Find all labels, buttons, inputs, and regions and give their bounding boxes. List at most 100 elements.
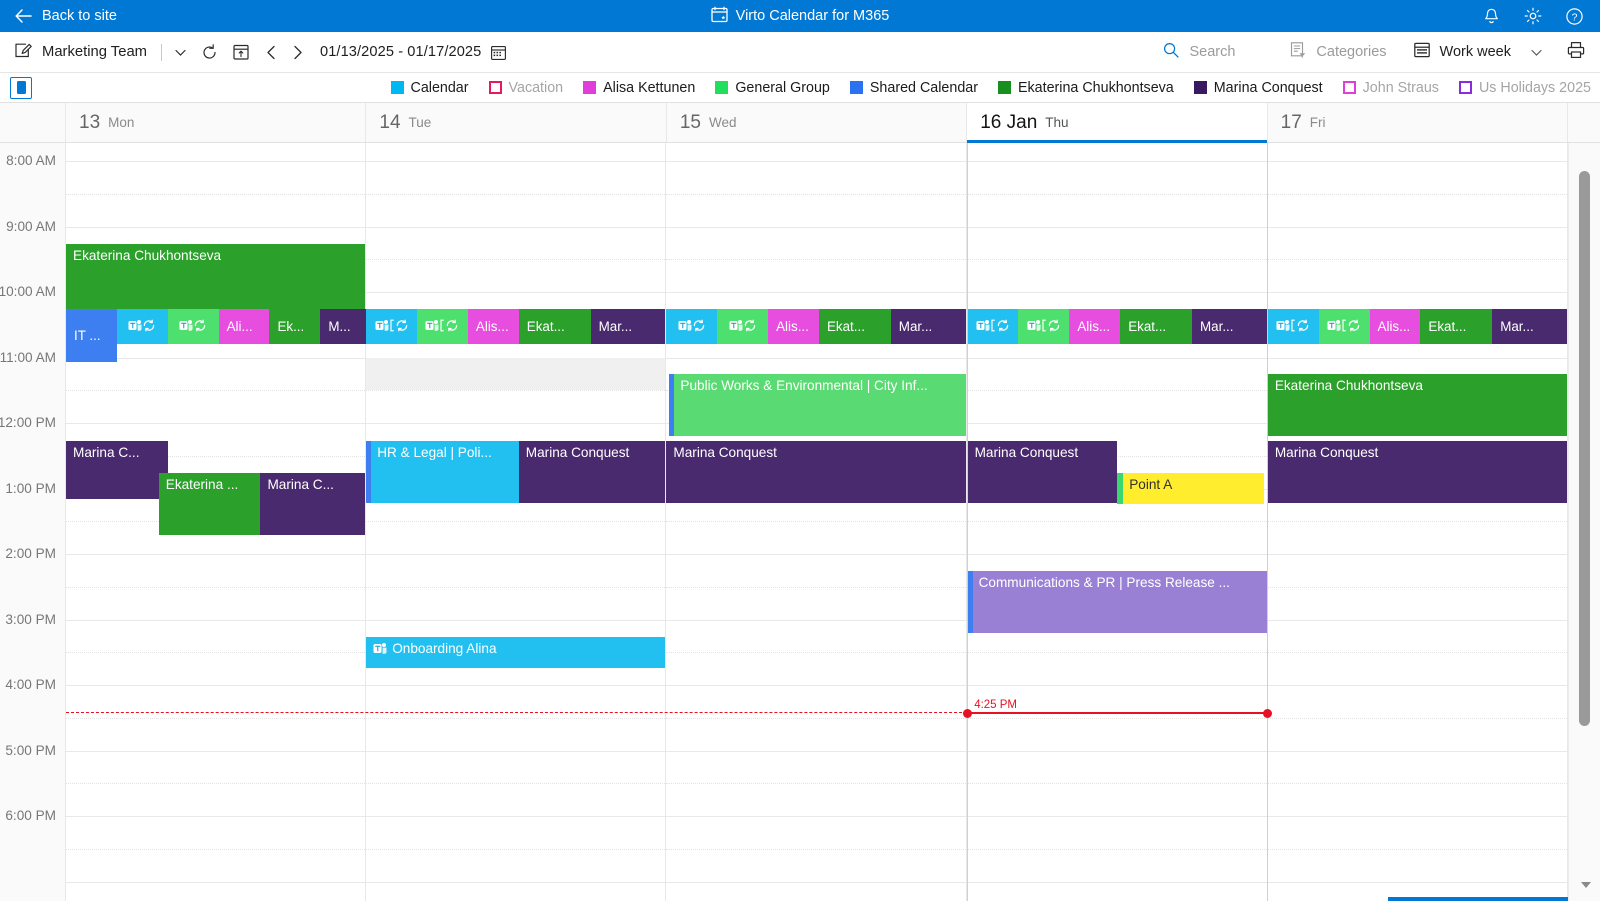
calendar-event[interactable]: HR & Legal | Poli... [366,441,519,503]
chevron-right-icon[interactable] [289,44,306,61]
back-to-site-button[interactable]: Back to site [0,6,117,26]
calendar-grid[interactable]: Ekaterina ChukhontsevaIT ...Ali...Ek...M… [66,143,1568,901]
calendar-event[interactable]: Ekat... [1420,309,1492,344]
day-column-fri[interactable]: Alis...Ekat...Mar... Ekaterina Chukhontse… [1268,143,1568,901]
legend-item[interactable]: Calendar [391,80,469,96]
today-icon[interactable] [232,43,250,61]
legend-item[interactable]: Alisa Kettunen [583,80,695,96]
categories-button[interactable]: Categories [1289,41,1386,63]
day-column-tue[interactable]: Alis...Ekat...Mar... HR & Legal | Poli...… [366,143,666,901]
calendar-event[interactable] [666,309,717,344]
hour-gridline [666,554,965,555]
day-header-wed[interactable]: 15Wed [667,103,967,142]
calendar-event[interactable]: Marina Conquest [968,441,1118,503]
calendar-event[interactable]: Point A [1117,473,1264,504]
view-selector-button[interactable]: Work week [1413,41,1511,63]
help-question-icon[interactable]: ? [1565,7,1584,26]
calendar-event[interactable]: Ekat... [519,309,591,344]
calendar-name-button[interactable]: Marketing Team [14,41,147,64]
calendar-event[interactable]: Marina C... [260,473,365,535]
calendar-event[interactable]: Public Works & Environmental | City Inf.… [669,374,965,436]
calendar-event[interactable] [968,309,1019,344]
calendar-event[interactable]: Marina C... [66,441,168,499]
hour-gridline [666,816,965,817]
calendar-event[interactable] [168,309,219,344]
print-icon[interactable] [1566,40,1586,64]
calendar-event[interactable]: Ali... [219,309,270,344]
hour-gridline [66,751,365,752]
half-hour-gridline [968,390,1267,391]
calendar-event[interactable]: M... [320,309,371,344]
calendar-event[interactable]: Marina Conquest [519,441,666,503]
calendar-event[interactable]: Marina Conquest [666,441,965,503]
calendar-event[interactable]: Mar... [1492,309,1567,344]
recurrence-icon [193,319,207,332]
hour-gridline [666,227,965,228]
scroll-down-arrow-icon[interactable] [1580,877,1592,895]
vertical-scrollbar[interactable] [1568,143,1600,901]
notification-bell-icon[interactable] [1482,7,1501,26]
refresh-icon[interactable] [200,43,219,62]
legend-item[interactable]: Marina Conquest [1194,80,1323,96]
legend-item[interactable]: John Straus [1343,80,1439,96]
calendar-event[interactable] [1018,309,1069,344]
legend-item[interactable]: General Group [715,80,830,96]
vertical-scrollbar-thumb[interactable] [1579,171,1590,726]
day-header-mon[interactable]: 13Mon [66,103,366,142]
calendar-event[interactable]: Ekaterina ... [159,473,261,535]
calendar-event[interactable] [366,309,417,344]
half-hour-gridline [66,194,365,195]
horizontal-scrollbar-thumb[interactable] [1388,897,1568,901]
calendar-event[interactable]: Ekaterina Chukhontseva [1268,374,1567,436]
event-icons [976,319,1010,335]
teams-icon [729,319,743,332]
calendar-event[interactable] [1319,309,1370,344]
calendar-event[interactable]: Alis... [768,309,819,344]
calendar-event[interactable]: Ekat... [819,309,891,344]
half-hour-gridline [666,783,965,784]
day-header-fri[interactable]: 17Fri [1268,103,1568,142]
calendar-event[interactable] [117,309,168,344]
calendar-event[interactable]: IT ... [66,309,117,362]
calendar-event[interactable]: Alis... [1069,309,1120,344]
chevron-left-icon[interactable] [263,44,280,61]
legend-item-label: John Straus [1363,80,1439,96]
legend-item[interactable]: Shared Calendar [850,80,978,96]
calendar-event[interactable]: Alis... [468,309,519,344]
calendar-event[interactable]: Marina Conquest [1268,441,1567,503]
calendar-event[interactable]: Communications & PR | Press Release ... [968,571,1267,633]
calendar-event[interactable] [417,309,468,344]
day-header-thu[interactable]: 16 JanThu [967,103,1267,142]
chevron-down-icon[interactable] [173,45,188,60]
day-column-thu[interactable]: Alis...Ekat...Mar... Marina ConquestPoint… [967,143,1268,901]
calendar-event[interactable]: Mar... [891,309,966,344]
calendar-event[interactable]: Ekaterina Chukhontseva [66,244,365,309]
day-header-tue[interactable]: 14Tue [366,103,666,142]
day-column-mon[interactable]: Ekaterina ChukhontsevaIT ... Ali... Ek... M… [66,143,366,901]
calendar-event[interactable]: Mar... [1192,309,1267,344]
calendar-event[interactable]: Ek... [269,309,320,344]
half-hour-gridline [968,652,1267,653]
teams-icon [373,642,387,655]
calendar-event[interactable]: Alis... [1370,309,1421,344]
search-input[interactable]: Search [1162,41,1235,63]
calendar-event[interactable]: Ekat... [1120,309,1192,344]
calendar-picker-icon[interactable] [490,44,507,61]
calendar-event[interactable]: Mar... [591,309,666,344]
view-chevron-down-icon[interactable] [1529,45,1544,60]
day-column-wed[interactable]: Public Works & Environmental | City Inf.… [666,143,966,901]
horizontal-scrollbar[interactable] [66,897,1568,901]
time-label: 9:00 AM [6,219,56,234]
calendar-event[interactable] [717,309,768,344]
legend-item[interactable]: Ekaterina Chukhontseva [998,80,1174,96]
hovered-time-slot[interactable] [366,358,665,391]
current-time-label: 4:25 PM [973,699,1018,711]
legend-item[interactable]: Vacation [489,80,564,96]
legend-item[interactable]: Us Holidays 2025 [1459,80,1591,96]
legend-toggle-icon[interactable] [10,77,32,99]
calendar-event[interactable] [1268,309,1319,344]
half-hour-gridline [1268,259,1567,260]
event-title: Ali... [227,319,253,334]
calendar-event[interactable]: Onboarding Alina [366,637,665,668]
settings-gear-icon[interactable] [1523,6,1543,26]
